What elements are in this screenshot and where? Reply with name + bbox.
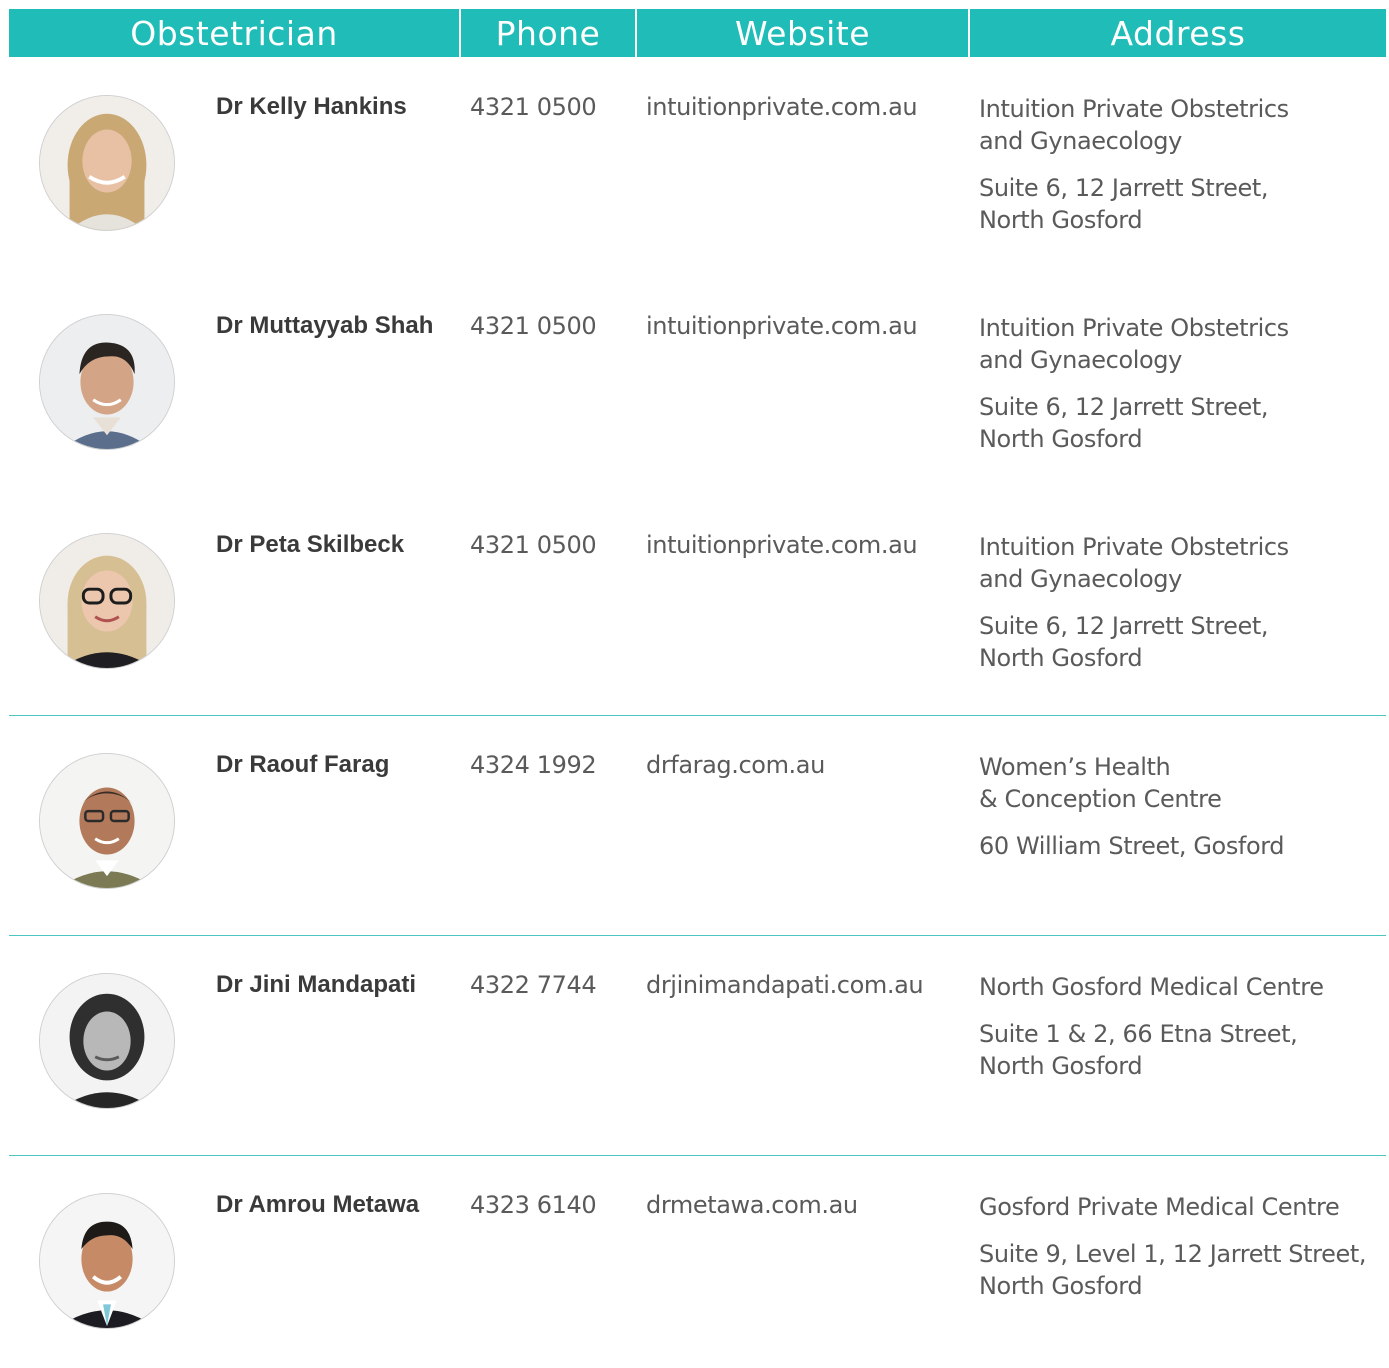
- table-row: Dr Raouf Farag 4324 1992 drfarag.com.au …: [0, 658, 1389, 889]
- address-street: Suite 9, Level 1, 12 Jarrett Street, Nor…: [979, 1240, 1367, 1300]
- doctor-website-link[interactable]: drjinimandapati.com.au: [646, 971, 924, 999]
- doctor-address: Intuition Private Obstetrics and Gynaeco…: [979, 93, 1379, 236]
- address-street: Suite 1 & 2, 66 Etna Street, North Gosfo…: [979, 1020, 1298, 1080]
- doctor-phone[interactable]: 4323 6140: [470, 1191, 597, 1219]
- doctor-name: Dr Kelly Hankins: [216, 93, 407, 120]
- man-glasses-avatar: [39, 753, 175, 889]
- table-row: Dr Peta Skilbeck 4321 0500 intuitionpriv…: [0, 438, 1389, 672]
- doctor-website-link[interactable]: intuitionprivate.com.au: [646, 312, 918, 340]
- doctor-name: Dr Raouf Farag: [216, 751, 390, 778]
- doctor-name: Dr Peta Skilbeck: [216, 531, 405, 558]
- woman-grayscale-avatar: [39, 973, 175, 1109]
- doctor-name: Dr Jini Mandapati: [216, 971, 417, 998]
- doctor-address: North Gosford Medical Centre Suite 1 & 2…: [979, 971, 1379, 1082]
- table-row: Dr Kelly Hankins 4321 0500 intuitionpriv…: [0, 0, 1389, 234]
- woman-glasses-avatar: [39, 533, 175, 669]
- doctor-name: Dr Amrou Metawa: [216, 1191, 420, 1218]
- doctor-address: Intuition Private Obstetrics and Gynaeco…: [979, 531, 1379, 674]
- address-practice: North Gosford Medical Centre: [979, 973, 1324, 1001]
- man-dark-hair-avatar: [39, 314, 175, 450]
- doctor-website-link[interactable]: intuitionprivate.com.au: [646, 531, 918, 559]
- man-suit-avatar: [39, 1193, 175, 1329]
- doctor-phone[interactable]: 4321 0500: [470, 531, 597, 559]
- doctor-website-link[interactable]: drmetawa.com.au: [646, 1191, 858, 1219]
- doctor-website-link[interactable]: drfarag.com.au: [646, 751, 825, 779]
- address-street: 60 William Street, Gosford: [979, 832, 1285, 860]
- woman-blonde-avatar: [39, 95, 175, 231]
- doctor-address: Gosford Private Medical Centre Suite 9, …: [979, 1191, 1379, 1302]
- address-practice: Women’s Health & Conception Centre: [979, 753, 1222, 813]
- doctor-phone[interactable]: 4324 1992: [470, 751, 597, 779]
- doctor-address: Women’s Health & Conception Centre 60 Wi…: [979, 751, 1379, 862]
- doctor-address: Intuition Private Obstetrics and Gynaeco…: [979, 312, 1379, 455]
- doctor-phone[interactable]: 4321 0500: [470, 312, 597, 340]
- doctor-website-link[interactable]: intuitionprivate.com.au: [646, 93, 918, 121]
- table-row: Dr Jini Mandapati 4322 7744 drjinimandap…: [0, 878, 1389, 1109]
- address-practice: Intuition Private Obstetrics and Gynaeco…: [979, 314, 1289, 374]
- table-row: Dr Amrou Metawa 4323 6140 drmetawa.com.a…: [0, 1098, 1389, 1329]
- address-practice: Intuition Private Obstetrics and Gynaeco…: [979, 533, 1289, 593]
- doctor-phone[interactable]: 4322 7744: [470, 971, 597, 999]
- doctor-phone[interactable]: 4321 0500: [470, 93, 597, 121]
- table-row: Dr Muttayyab Shah 4321 0500 intuitionpri…: [0, 219, 1389, 453]
- doctor-name: Dr Muttayyab Shah: [216, 312, 434, 339]
- address-practice: Gosford Private Medical Centre: [979, 1193, 1340, 1221]
- address-practice: Intuition Private Obstetrics and Gynaeco…: [979, 95, 1289, 155]
